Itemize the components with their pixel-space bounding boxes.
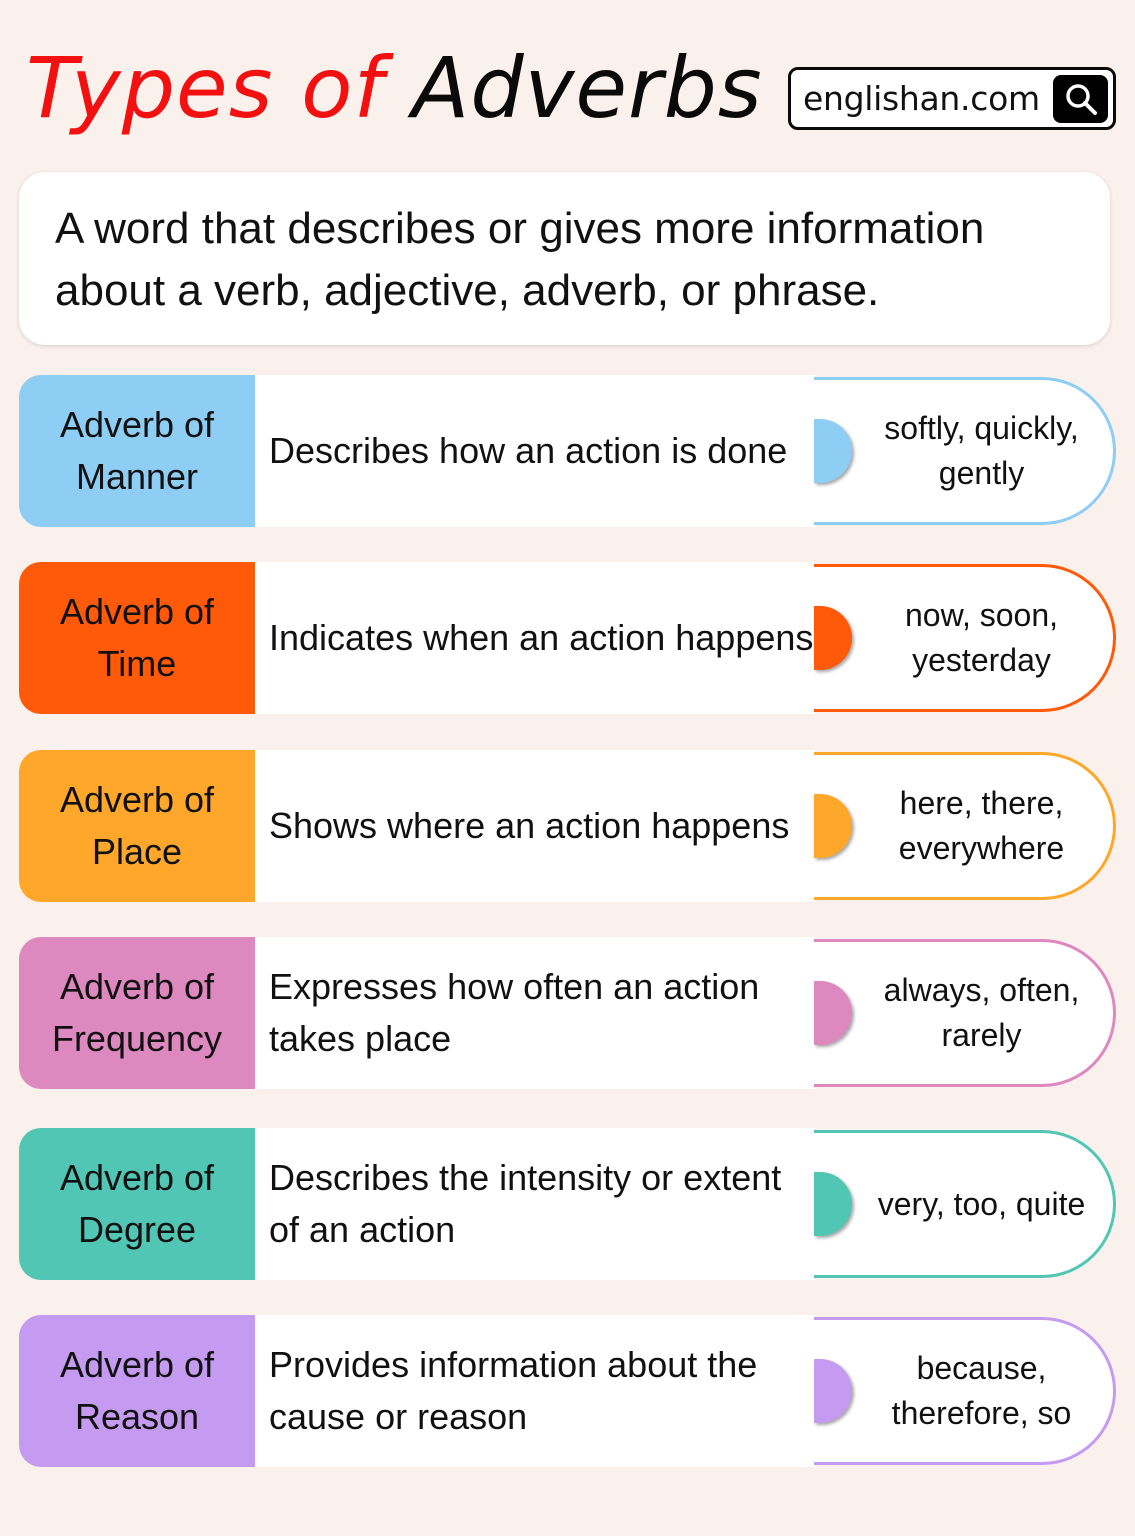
brand-url: englishan.com — [803, 79, 1040, 118]
type-description: Expresses how often an action takes plac… — [255, 937, 815, 1089]
adverb-type-row-manner: Adverb of Manner Describes how an action … — [19, 375, 1117, 527]
page-title: Types of Adverbs — [26, 46, 763, 130]
title-part-types-of: Types of — [26, 39, 385, 137]
type-examples: always, often, rarely — [883, 972, 1080, 1053]
search-icon — [1065, 84, 1097, 115]
adverb-type-row-frequency: Adverb of Frequency Expresses how often a… — [19, 937, 1117, 1089]
type-description: Provides information about the cause or … — [255, 1315, 815, 1467]
type-examples: because, therefore, so — [891, 1350, 1072, 1431]
search-button[interactable] — [1053, 75, 1108, 123]
type-examples: here, there, everywhere — [898, 785, 1065, 866]
title-part-adverbs: Adverbs — [411, 39, 763, 137]
brand-search-box[interactable]: englishan.com — [788, 67, 1116, 130]
type-examples: now, soon, yesterday — [905, 597, 1058, 678]
type-examples: very, too, quite — [877, 1185, 1086, 1222]
type-label: Adverb of Time — [19, 562, 255, 714]
definition-card: A word that describes or gives more info… — [19, 172, 1110, 345]
type-label: Adverb of Frequency — [19, 937, 255, 1089]
type-examples: softly, quickly, gently — [884, 410, 1079, 491]
type-description: Shows where an action happens — [255, 750, 815, 902]
type-label: Adverb of Reason — [19, 1315, 255, 1467]
type-label: Adverb of Degree — [19, 1128, 255, 1280]
type-label: Adverb of Place — [19, 750, 255, 902]
type-description: Indicates when an action happens — [255, 562, 815, 714]
adverb-type-row-degree: Adverb of Degree Describes the intensity … — [19, 1128, 1117, 1280]
type-description: Describes how an action is done — [255, 375, 815, 527]
type-description: Describes the intensity or extent of an … — [255, 1128, 815, 1280]
adverb-type-row-time: Adverb of Time Indicates when an action h… — [19, 562, 1117, 714]
adverb-type-row-reason: Adverb of Reason Provides information abo… — [19, 1315, 1117, 1467]
definition-text: A word that describes or gives more info… — [55, 204, 985, 315]
type-label: Adverb of Manner — [19, 375, 255, 527]
adverb-type-row-place: Adverb of Place Shows where an action hap… — [19, 750, 1117, 902]
